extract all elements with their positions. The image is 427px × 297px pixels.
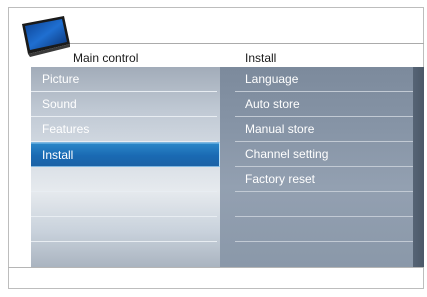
submenu-item-empty[interactable] <box>220 242 412 267</box>
menu-item-label: Sound <box>42 97 77 111</box>
submenu-item-empty[interactable] <box>220 217 413 242</box>
main-control-title: Main control <box>73 51 139 65</box>
menu-item-install[interactable]: Install <box>31 142 220 167</box>
tv-icon <box>22 16 70 57</box>
header-divider <box>70 43 424 44</box>
submenu-item-manual-store[interactable]: Manual store <box>220 117 413 142</box>
submenu-item-factory-reset[interactable]: Factory reset <box>220 167 413 192</box>
menu-item-empty[interactable] <box>31 242 220 267</box>
menu-item-empty[interactable] <box>31 217 220 242</box>
install-title: Install <box>245 51 277 65</box>
menu-item-empty[interactable] <box>31 167 220 192</box>
submenu-item-label: Channel setting <box>245 147 329 161</box>
submenu-item-channel-setting[interactable]: Channel setting <box>220 142 413 167</box>
submenu-item-label: Factory reset <box>245 172 316 186</box>
submenu-item-label: Language <box>245 72 299 86</box>
menu-item-label: Picture <box>42 72 80 86</box>
main-control-menu: Picture Sound Features Install <box>31 67 220 267</box>
menu-item-sound[interactable]: Sound <box>31 92 220 117</box>
submenu-item-language[interactable]: Language <box>220 67 413 92</box>
menu-item-picture[interactable]: Picture <box>31 67 220 92</box>
submenu-item-auto-store[interactable]: Auto store <box>220 92 413 117</box>
submenu-item-label: Manual store <box>245 122 315 136</box>
scroll-strip <box>413 67 424 267</box>
submenu-item-empty[interactable] <box>220 192 413 217</box>
install-submenu: Language Auto store Manual store Channel… <box>220 67 424 267</box>
footer-divider <box>8 267 424 268</box>
menu-item-features[interactable]: Features <box>31 117 220 142</box>
menu-item-label: Features <box>42 122 90 136</box>
submenu-item-label: Auto store <box>245 97 300 111</box>
menu-item-empty[interactable] <box>31 192 220 217</box>
menu-item-label: Install <box>42 148 74 162</box>
